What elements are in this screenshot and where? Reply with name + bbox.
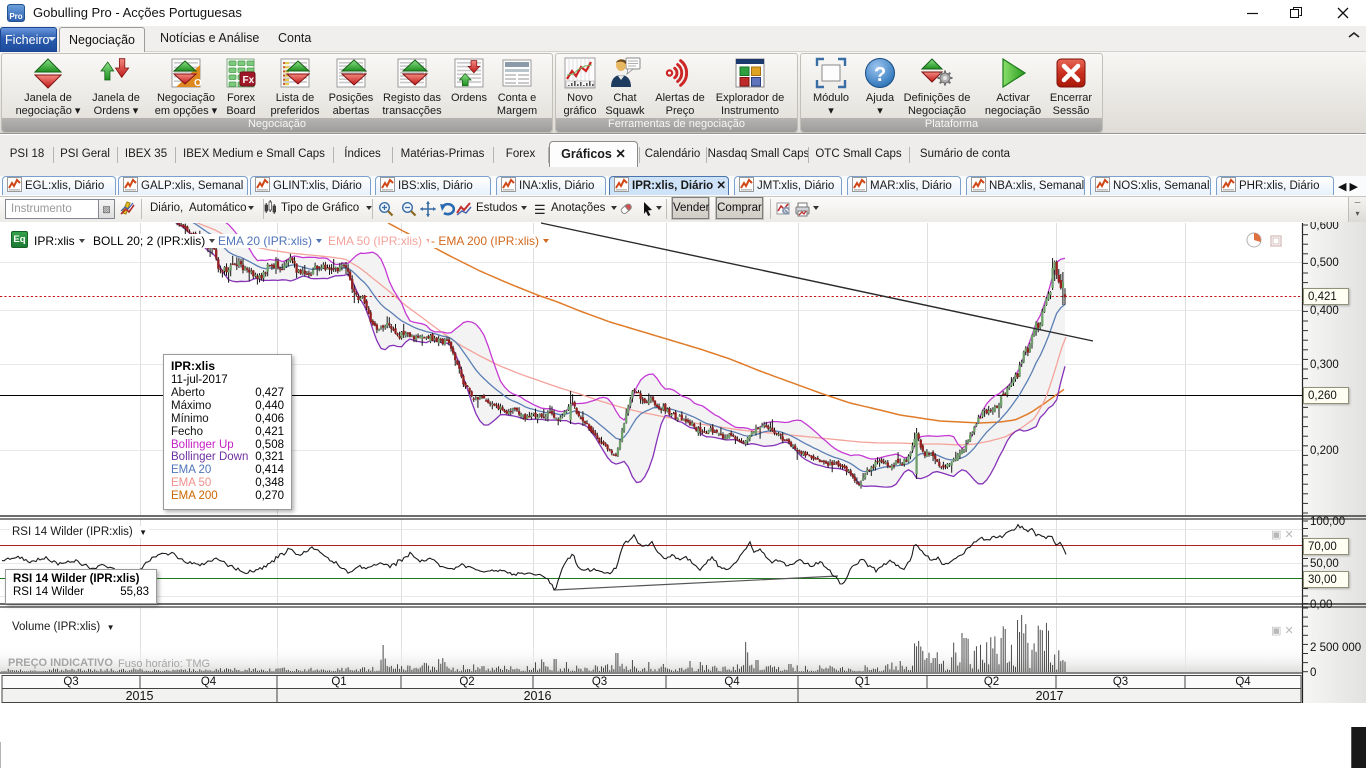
svg-text:O: O	[194, 78, 202, 89]
svg-text:Q4: Q4	[1235, 676, 1251, 688]
svg-text:Q1: Q1	[331, 676, 346, 688]
svg-text:Q2: Q2	[459, 676, 474, 688]
svg-text:0,200: 0,200	[1310, 445, 1339, 457]
svg-text:Q3: Q3	[592, 676, 607, 688]
svg-text:Q2: Q2	[984, 676, 999, 688]
svg-text:50,00: 50,00	[1310, 558, 1339, 570]
svg-text:0,600: 0,600	[1310, 222, 1339, 232]
svg-text:Q4: Q4	[201, 676, 217, 688]
svg-text:2016: 2016	[524, 689, 552, 703]
svg-text:Q4: Q4	[724, 676, 740, 688]
svg-text:0,300: 0,300	[1310, 359, 1339, 371]
svg-text:0: 0	[1310, 667, 1316, 679]
svg-text:2 500 000: 2 500 000	[1310, 642, 1361, 654]
svg-text:0,400: 0,400	[1310, 305, 1339, 317]
svg-text:Q1: Q1	[855, 676, 870, 688]
svg-text:Q3: Q3	[1113, 676, 1128, 688]
svg-text:2015: 2015	[126, 689, 154, 703]
svg-text:Q3: Q3	[63, 676, 78, 688]
svg-text:?: ?	[874, 64, 886, 86]
svg-text:0,00: 0,00	[1310, 599, 1332, 611]
svg-text:0,500: 0,500	[1310, 257, 1339, 269]
svg-text:100,00: 100,00	[1310, 516, 1345, 528]
svg-text:2017: 2017	[1036, 689, 1064, 703]
svg-text:Fx: Fx	[243, 75, 255, 86]
